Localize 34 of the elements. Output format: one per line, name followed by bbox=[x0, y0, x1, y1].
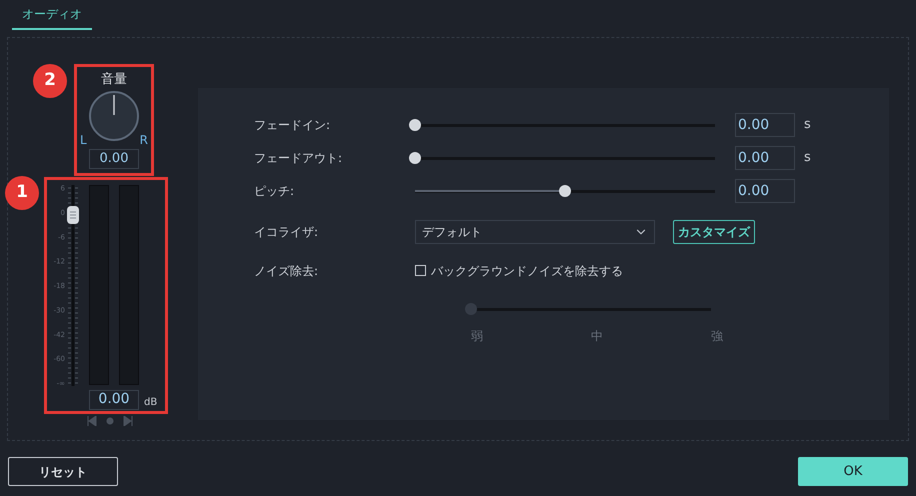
setting-label: フェードイン: bbox=[254, 116, 332, 134]
annotation-badge: 2 bbox=[33, 64, 67, 98]
volume-label: 音量 bbox=[101, 71, 127, 89]
left-label: L bbox=[80, 134, 87, 146]
value-field[interactable]: 0.00 bbox=[735, 112, 795, 136]
strength-mark: 強 bbox=[711, 328, 723, 345]
dot-icon[interactable] bbox=[105, 416, 115, 426]
value-field[interactable]: 0.00 bbox=[735, 146, 795, 170]
value-field[interactable]: 0.00 bbox=[735, 178, 795, 202]
unit-label: dB bbox=[144, 396, 158, 410]
customize-button[interactable]: カスタマイズ bbox=[673, 220, 755, 244]
setting-label: イコライザ: bbox=[254, 224, 320, 240]
volume-value-field[interactable]: 0.00 bbox=[89, 148, 139, 168]
slider-thumb[interactable] bbox=[409, 152, 421, 164]
knob[interactable] bbox=[89, 90, 139, 140]
checkbox-label[interactable]: バックグラウンドノイズを除去する bbox=[431, 262, 623, 280]
unit-label: s bbox=[804, 116, 811, 134]
unit-label: s bbox=[804, 148, 811, 167]
strength-mark: 中 bbox=[591, 328, 603, 345]
setting-label: ピッチ: bbox=[254, 182, 296, 200]
gain-value-field[interactable]: 0.00 bbox=[89, 390, 139, 410]
equalizer-dropdown[interactable]: デフォルト bbox=[415, 220, 655, 244]
reset-button[interactable]: リセット bbox=[8, 457, 118, 486]
ok-button[interactable]: OK bbox=[798, 457, 908, 486]
slider-thumb[interactable] bbox=[559, 184, 571, 196]
right-label: R bbox=[140, 134, 148, 146]
setting-label: フェードアウト: bbox=[254, 150, 344, 166]
setting-label: ノイズ除去: bbox=[254, 262, 320, 280]
strength-mark: 弱 bbox=[471, 328, 483, 345]
tab[interactable]: オーディオ bbox=[12, 0, 92, 30]
slider-thumb[interactable] bbox=[409, 118, 421, 130]
checkbox[interactable] bbox=[415, 265, 426, 276]
fader-thumb[interactable] bbox=[67, 206, 79, 224]
annotation-badge: 1 bbox=[5, 176, 39, 210]
